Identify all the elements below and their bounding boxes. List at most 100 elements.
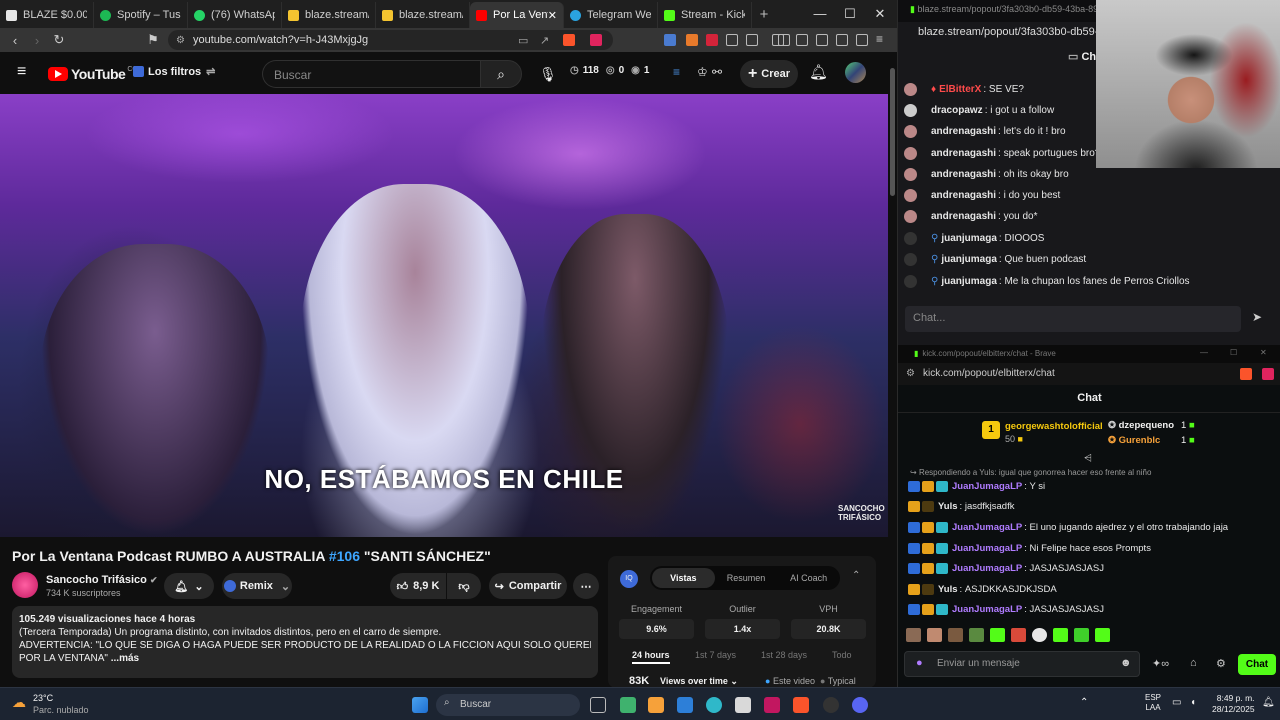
- back-icon[interactable]: ‹: [4, 33, 26, 48]
- tab-ai-coach[interactable]: AI Coach: [777, 573, 840, 583]
- more-actions-button[interactable]: ⋯: [573, 573, 599, 599]
- url-input[interactable]: ⚙ youtube.com/watch?v=h-J43MxjgJg ▭ ↗: [168, 30, 613, 50]
- hamburger-menu-icon[interactable]: ≡: [17, 63, 26, 81]
- emote-icon[interactable]: [927, 628, 942, 642]
- views-over-time-select[interactable]: Views over time ⌄: [660, 676, 738, 687]
- edge-icon[interactable]: [706, 697, 722, 713]
- extension-icon[interactable]: [706, 34, 718, 46]
- emote-icon[interactable]: [1053, 628, 1068, 642]
- network-icon[interactable]: ▭: [1172, 697, 1181, 708]
- emote-icon[interactable]: [906, 628, 921, 642]
- video-player[interactable]: NO, ESTÁBAMOS EN CHILE SANCOCHO TRIFÁSIC…: [0, 94, 888, 537]
- cast-icon[interactable]: ▭: [518, 34, 528, 47]
- youtube-logo[interactable]: YouTube CO: [48, 66, 138, 82]
- show-more-link[interactable]: ...más: [111, 653, 139, 664]
- emote-icon[interactable]: [1011, 628, 1026, 642]
- browser-tab[interactable]: (76) WhatsApp: [188, 2, 282, 28]
- avatar[interactable]: [845, 62, 866, 83]
- share-icon[interactable]: ↗: [540, 34, 549, 47]
- range-all[interactable]: Todo: [832, 650, 852, 660]
- brave-rewards-icon[interactable]: [1262, 368, 1274, 380]
- browser-tab[interactable]: Spotify – Tus me: [94, 2, 188, 28]
- subscribe-bell-button[interactable]: 🔔︎ ⌄: [164, 573, 214, 599]
- vpn-icon[interactable]: [856, 34, 868, 46]
- brave-icon[interactable]: [793, 697, 809, 713]
- weather-temp[interactable]: 23°C: [33, 693, 53, 703]
- gifter-name[interactable]: ✪ dzepequeno: [1108, 420, 1174, 431]
- emote-icon[interactable]: [969, 628, 984, 642]
- app-icon[interactable]: [620, 697, 636, 713]
- close-window-button[interactable]: ✕: [865, 0, 895, 28]
- tray-chevron-icon[interactable]: ⌃: [1080, 697, 1088, 708]
- new-tab-button[interactable]: +: [752, 2, 776, 28]
- video-description[interactable]: 105.249 visualizaciones hace 4 horas (Te…: [12, 606, 598, 678]
- tab-resumen[interactable]: Resumen: [715, 573, 778, 583]
- share-button[interactable]: ↪ Compartir: [489, 573, 567, 599]
- send-chat-button[interactable]: Chat: [1238, 654, 1276, 675]
- notifications-icon[interactable]: 🔔︎: [809, 63, 828, 81]
- extension-icon[interactable]: [686, 34, 698, 46]
- clock[interactable]: 8:49 p. m. 28/12/2025: [1212, 693, 1255, 715]
- start-icon[interactable]: [412, 697, 428, 713]
- reload-icon[interactable]: ↻: [48, 32, 70, 48]
- app-icon[interactable]: [764, 697, 780, 713]
- search-button[interactable]: ⌕: [480, 60, 522, 88]
- channel-name[interactable]: Sancocho Trifásico ✔: [46, 574, 157, 586]
- hashtag-link[interactable]: #106: [329, 548, 360, 564]
- brave-shield-icon[interactable]: [1240, 368, 1252, 380]
- range-24h[interactable]: 24 hours: [632, 650, 670, 664]
- extension-icon[interactable]: ✦∞: [1152, 657, 1169, 670]
- wallet-icon[interactable]: [816, 34, 828, 46]
- app-icon[interactable]: [648, 697, 664, 713]
- taskbar-search[interactable]: ⌕ Buscar: [436, 694, 580, 716]
- browser-tab[interactable]: blaze.stream/bar: [376, 2, 470, 28]
- site-settings-icon[interactable]: ⚙: [176, 35, 185, 46]
- close-tab-icon[interactable]: ✕: [548, 9, 557, 22]
- collapse-icon[interactable]: ⌃: [852, 570, 860, 581]
- extension-icon[interactable]: ♔: [697, 65, 708, 79]
- extension-icon[interactable]: ⚯: [712, 65, 722, 79]
- send-icon[interactable]: ➤: [1252, 310, 1262, 324]
- extension-icon[interactable]: [726, 34, 738, 46]
- maximize-button[interactable]: ☐: [1230, 348, 1237, 357]
- page-scrollbar[interactable]: [888, 52, 897, 687]
- filters-button[interactable]: Los filtros ⇌: [133, 65, 215, 78]
- maximize-button[interactable]: ☐: [835, 0, 865, 28]
- close-window-button[interactable]: ✕: [1260, 348, 1267, 357]
- pinned-toggle-icon[interactable]: ⩤: [1084, 453, 1092, 464]
- translate-icon[interactable]: [664, 34, 676, 46]
- browser-tab[interactable]: BLAZE $0.004610: [0, 2, 94, 28]
- brave-shield-icon[interactable]: [563, 34, 575, 46]
- app-icon[interactable]: [823, 697, 839, 713]
- site-settings-icon[interactable]: ⚙: [906, 368, 915, 379]
- brave-rewards-icon[interactable]: [590, 34, 602, 46]
- minimize-button[interactable]: —: [805, 0, 835, 28]
- forward-icon[interactable]: ›: [26, 33, 48, 48]
- queue-icon[interactable]: ≡: [673, 65, 680, 79]
- dislike-button[interactable]: 👎︎: [447, 573, 481, 599]
- settings-icon[interactable]: ⚙: [1216, 657, 1226, 670]
- app-icon[interactable]: [677, 697, 693, 713]
- notification-icon[interactable]: 🔔︎: [1262, 697, 1275, 708]
- menu-icon[interactable]: ≡: [876, 32, 883, 46]
- range-7d[interactable]: 1st 7 days: [695, 650, 736, 660]
- microphone-icon[interactable]: ●: [916, 657, 923, 669]
- blaze-chat-input[interactable]: Chat...: [905, 306, 1241, 332]
- volume-icon[interactable]: ◖: [1190, 697, 1196, 708]
- leo-ai-icon[interactable]: [836, 34, 848, 46]
- emoji-icon[interactable]: ☻: [1120, 657, 1132, 669]
- channel-avatar[interactable]: [12, 572, 38, 598]
- lang-indicator[interactable]: ESP LAA: [1145, 693, 1161, 713]
- like-button[interactable]: 👍︎ 8,9 K: [390, 573, 446, 599]
- emote-icon[interactable]: [990, 628, 1005, 642]
- bookmark-page-icon[interactable]: ⚑: [142, 32, 164, 48]
- browser-tab-active[interactable]: Por La Venta✕: [470, 2, 564, 28]
- browser-tab[interactable]: blaze.stream/stre: [282, 2, 376, 28]
- weather-icon[interactable]: ☁: [12, 694, 26, 711]
- search-input[interactable]: Buscar: [262, 60, 480, 88]
- stats-widget[interactable]: ◷ 118 ◎ 0 ◉ 1: [570, 65, 649, 76]
- emote-icon[interactable]: [1032, 628, 1047, 642]
- microphone-icon[interactable]: 🎙: [534, 60, 562, 88]
- browser-tab[interactable]: Telegram Web: [564, 2, 658, 28]
- sidebar-icon[interactable]: [796, 34, 808, 46]
